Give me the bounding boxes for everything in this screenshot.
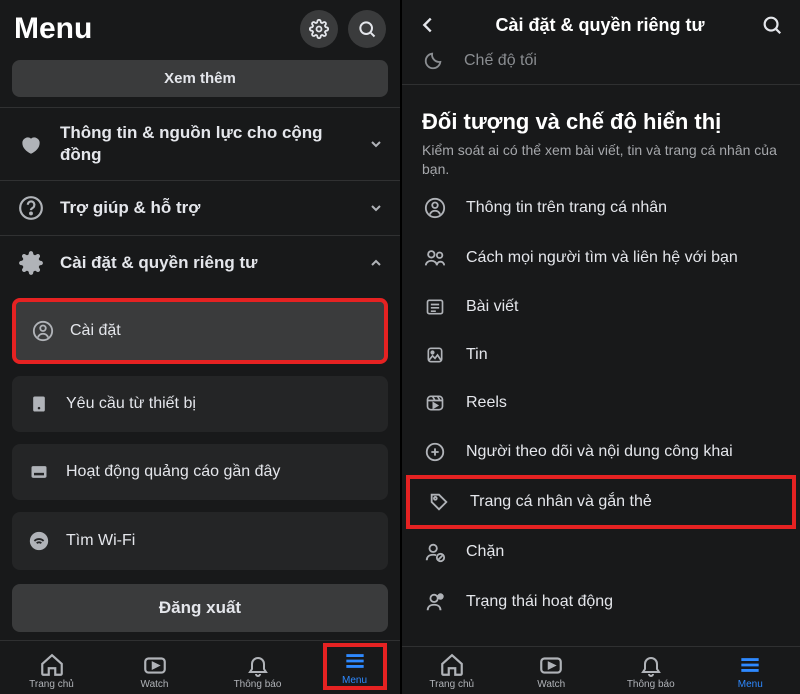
device-requests-item[interactable]: Yêu cầu từ thiết bị [12,376,388,432]
profile-tagging-row[interactable]: Trang cá nhân và gắn thẻ [406,475,796,529]
posts-row[interactable]: Bài viết [402,283,800,331]
settings-item[interactable]: Cài đặt [12,298,388,364]
stories-row[interactable]: Tin [402,331,800,379]
tab-notifications[interactable]: Thông báo [226,653,290,690]
wifi-icon [28,530,50,552]
page-title: Menu [14,12,92,46]
dark-mode-row[interactable]: Chế độ tối [402,50,800,85]
plus-circle-icon [424,441,446,463]
menu-screen: Menu Xem thêm Thông tin & nguồn lực cho … [0,0,400,694]
how-people-find-row[interactable]: Cách mọi người tìm và liên hệ với bạn [402,233,800,283]
search-icon [357,19,377,39]
settings-header: Cài đặt & quyền riêng tư [402,0,800,50]
reels-icon [425,393,445,413]
handshake-icon [18,131,44,157]
menu-icon [737,652,763,678]
find-wifi-label: Tìm Wi-Fi [66,532,135,550]
home-icon [439,652,465,678]
watch-icon [142,652,168,678]
recent-ad-label: Hoạt động quảng cáo gần đây [66,463,280,481]
stories-icon [425,345,445,365]
home-icon [39,652,65,678]
section-header: Đối tượng và chế độ hiển thị Kiểm soát a… [402,85,800,183]
search-button[interactable] [756,14,788,36]
chevron-left-icon [417,14,439,36]
menu-header: Menu [0,0,400,60]
tab-menu[interactable]: Menu [323,643,387,690]
block-person-icon [424,541,446,563]
active-status-icon [424,591,446,613]
section-desc: Kiểm soát ai có thể xem bài viết, tin và… [422,141,780,179]
tab-watch[interactable]: Watch [123,653,187,690]
settings-gear-button[interactable] [300,10,338,48]
ad-activity-icon [29,462,49,482]
bottom-tabbar: Trang chủ Watch Thông báo Menu [402,646,800,694]
blocking-row[interactable]: Chặn [402,527,800,577]
page-title: Cài đặt & quyền riêng tư [495,15,704,36]
device-requests-label: Yêu cầu từ thiết bị [66,395,196,413]
reels-row[interactable]: Reels [402,379,800,427]
chevron-up-icon [368,255,384,271]
chevron-down-icon [368,200,384,216]
person-circle-icon [424,197,446,219]
tab-watch[interactable]: Watch [519,653,583,690]
tab-menu[interactable]: Menu [718,653,782,690]
posts-icon [425,297,445,317]
gear-icon [309,19,329,39]
logout-button[interactable]: Đăng xuất [12,584,388,632]
person-circle-icon [32,320,54,342]
tab-home[interactable]: Trang chủ [20,653,84,690]
gear-icon [18,250,44,276]
active-status-row[interactable]: Trạng thái hoạt động [402,577,800,627]
settings-privacy-row[interactable]: Cài đặt & quyền riêng tư [0,235,400,290]
community-info-row[interactable]: Thông tin & nguồn lực cho cộng đồng [0,107,400,180]
settings-privacy-sublist: Cài đặt Yêu cầu từ thiết bị Hoạt động qu… [0,290,400,574]
people-icon [424,247,446,269]
moon-icon [422,50,448,72]
recent-ad-item[interactable]: Hoạt động quảng cáo gần đây [12,444,388,500]
followers-row[interactable]: Người theo dõi và nội dung công khai [402,427,800,477]
see-more-button[interactable]: Xem thêm [12,60,388,97]
tag-icon [428,491,450,513]
back-button[interactable] [412,14,444,36]
search-icon [761,14,783,36]
tab-notifications[interactable]: Thông báo [619,653,683,690]
section-title: Đối tượng và chế độ hiển thị [422,109,780,135]
bell-icon [639,653,663,677]
watch-icon [538,652,564,678]
help-icon [18,195,44,221]
menu-icon [342,648,368,674]
bottom-tabbar: Trang chủ Watch Thông báo Menu [0,640,400,694]
chevron-down-icon [368,136,384,152]
settings-label: Cài đặt [70,322,121,340]
search-button[interactable] [348,10,386,48]
help-support-row[interactable]: Trợ giúp & hỗ trợ [0,180,400,235]
header-actions [300,10,386,48]
device-icon [29,394,49,414]
tab-home[interactable]: Trang chủ [420,653,484,690]
bell-icon [246,653,270,677]
profile-info-row[interactable]: Thông tin trên trang cá nhân [402,183,800,233]
settings-privacy-screen: Cài đặt & quyền riêng tư Chế độ tối Đối … [400,0,800,694]
find-wifi-item[interactable]: Tìm Wi-Fi [12,512,388,570]
